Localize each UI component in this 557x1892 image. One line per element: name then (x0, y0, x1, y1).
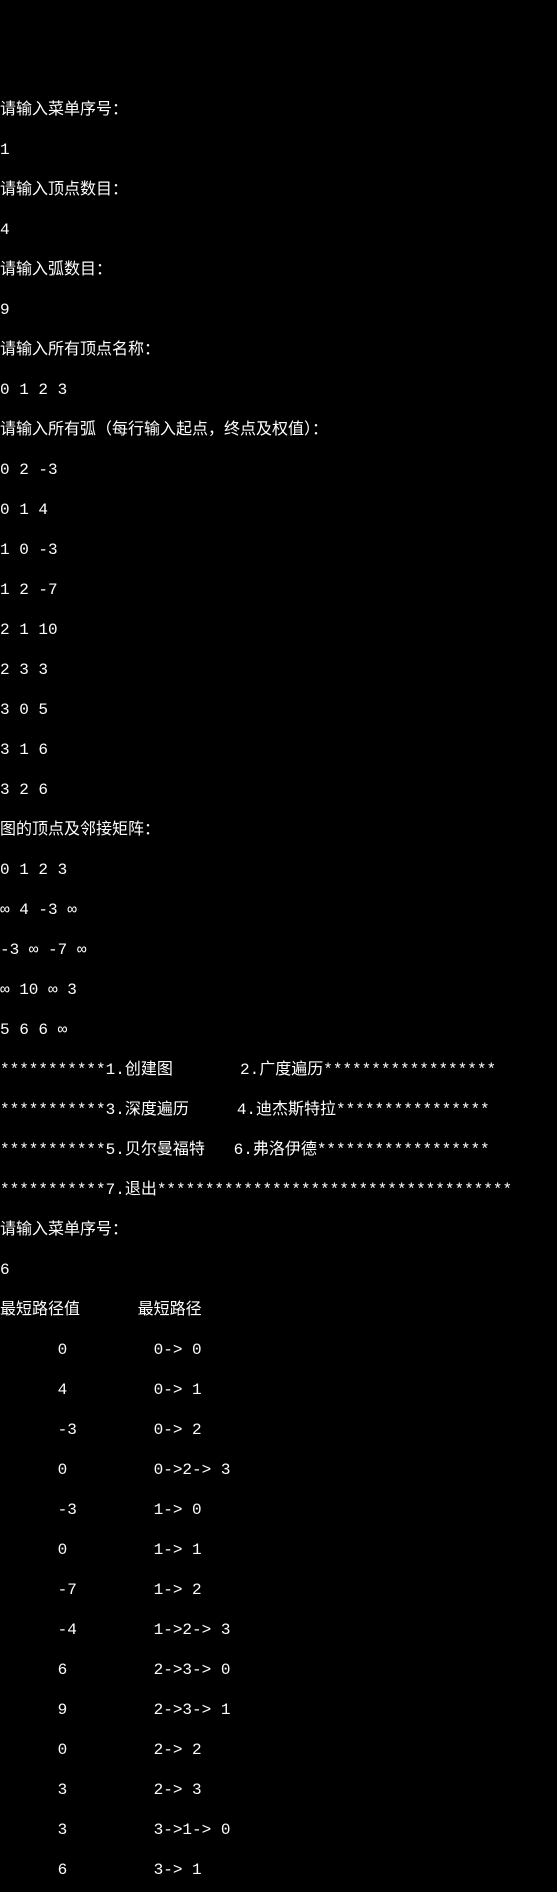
menu-row: ***********7.退出*************************… (0, 1180, 557, 1200)
arc-row: 0 2 -3 (0, 460, 557, 480)
matrix-row: -3 ∞ -7 ∞ (0, 940, 557, 960)
input-arc-count: 9 (0, 300, 557, 320)
result-row: -3 0-> 2 (0, 1420, 557, 1440)
input-vertex-count: 4 (0, 220, 557, 240)
result-row: 6 3-> 1 (0, 1860, 557, 1880)
prompt-vertex-names: 请输入所有顶点名称： (0, 340, 557, 360)
result-row: 0 2-> 2 (0, 1740, 557, 1760)
input-menu-number: 1 (0, 140, 557, 160)
matrix-row: 5 6 6 ∞ (0, 1020, 557, 1040)
prompt-menu-number: 请输入菜单序号： (0, 100, 557, 120)
arc-row: 1 2 -7 (0, 580, 557, 600)
prompt-arc-count: 请输入弧数目： (0, 260, 557, 280)
terminal-output: 请输入菜单序号： 1 请输入顶点数目： 4 请输入弧数目： 9 请输入所有顶点名… (0, 80, 557, 1892)
arc-row: 3 1 6 (0, 740, 557, 760)
arc-row: 3 2 6 (0, 780, 557, 800)
result-row: -3 1-> 0 (0, 1500, 557, 1520)
arc-row: 3 0 5 (0, 700, 557, 720)
arc-row: 1 0 -3 (0, 540, 557, 560)
matrix-row: ∞ 4 -3 ∞ (0, 900, 557, 920)
result-row: 4 0-> 1 (0, 1380, 557, 1400)
prompt-vertex-count: 请输入顶点数目： (0, 180, 557, 200)
result-row: 0 0-> 0 (0, 1340, 557, 1360)
matrix-row: ∞ 10 ∞ 3 (0, 980, 557, 1000)
result-row: 6 2->3-> 0 (0, 1660, 557, 1680)
menu-row: ***********5.贝尔曼福特 6.弗洛伊德***************… (0, 1140, 557, 1160)
result-row: 3 2-> 3 (0, 1780, 557, 1800)
matrix-header: 图的顶点及邻接矩阵： (0, 820, 557, 840)
result-row: 0 1-> 1 (0, 1540, 557, 1560)
arc-row: 2 1 10 (0, 620, 557, 640)
result-row: -7 1-> 2 (0, 1580, 557, 1600)
prompt-menu-number: 请输入菜单序号： (0, 1220, 557, 1240)
menu-row: ***********1.创建图 2.广度遍历*****************… (0, 1060, 557, 1080)
result-row: 9 2->3-> 1 (0, 1700, 557, 1720)
arc-row: 2 3 3 (0, 660, 557, 680)
arc-row: 0 1 4 (0, 500, 557, 520)
result-row: 0 0->2-> 3 (0, 1460, 557, 1480)
input-vertex-names: 0 1 2 3 (0, 380, 557, 400)
prompt-arcs: 请输入所有弧（每行输入起点，终点及权值）： (0, 420, 557, 440)
input-menu-number: 6 (0, 1260, 557, 1280)
matrix-vertices: 0 1 2 3 (0, 860, 557, 880)
result-row: 3 3->1-> 0 (0, 1820, 557, 1840)
menu-row: ***********3.深度遍历 4.迪杰斯特拉***************… (0, 1100, 557, 1120)
result-row: -4 1->2-> 3 (0, 1620, 557, 1640)
result-header: 最短路径值 最短路径 (0, 1300, 557, 1320)
